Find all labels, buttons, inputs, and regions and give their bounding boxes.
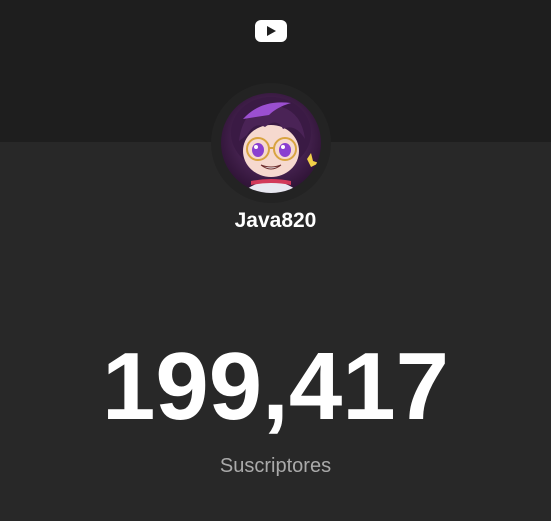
channel-avatar[interactable]	[221, 93, 321, 193]
youtube-play-icon	[255, 20, 287, 42]
channel-name[interactable]: Java820	[0, 208, 551, 234]
subscriber-label: Suscriptores	[219, 455, 332, 477]
subscriber-counter-page: Java820 199,417 Suscriptores	[0, 0, 551, 521]
channel-avatar-anime-character	[221, 93, 321, 193]
subscriber-count: 199,417	[101, 333, 449, 440]
